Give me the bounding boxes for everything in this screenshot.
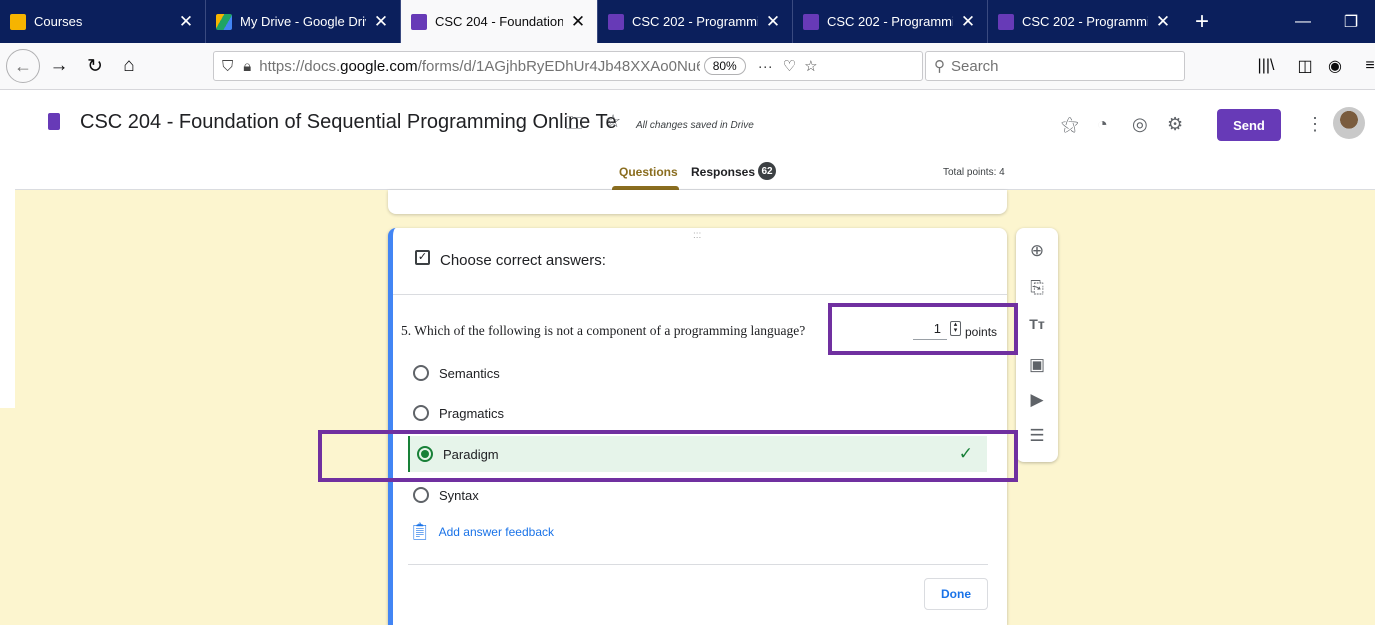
- library-icon[interactable]: |||\: [1251, 51, 1281, 81]
- close-tab-icon[interactable]: ✕: [1154, 12, 1172, 32]
- lock-icon[interactable]: 🔒︎: [243, 58, 251, 75]
- card-divider: [408, 564, 988, 565]
- url-bar[interactable]: ⛉ 🔒︎ https://docs. google.com/forms/d/1AG…: [213, 51, 923, 81]
- forward-button[interactable]: →: [44, 51, 74, 81]
- responses-count-badge: 62: [758, 162, 776, 180]
- option-label: Semantics: [439, 365, 500, 381]
- page-left-strip: [0, 90, 15, 408]
- settings-gear-icon[interactable]: ⚙: [1167, 114, 1183, 135]
- browser-tab[interactable]: My Drive - Google Drive ✕: [205, 0, 400, 43]
- feedback-clipboard-icon: 📋︎: [409, 522, 431, 541]
- forms-favicon-icon: [998, 13, 1014, 30]
- import-questions-icon[interactable]: ⎘: [1016, 278, 1058, 298]
- search-icon: ⚲: [934, 58, 945, 75]
- browser-tab[interactable]: Courses ✕: [0, 0, 205, 43]
- option-semantics[interactable]: Semantics: [413, 356, 993, 390]
- more-options-icon[interactable]: ⋮: [1306, 114, 1324, 135]
- question-card[interactable]: ::: ✓ Choose correct answers: 5. Which o…: [388, 228, 1007, 625]
- forms-favicon-icon: [608, 13, 624, 30]
- form-title[interactable]: CSC 204 - Foundation of Sequential Progr…: [80, 111, 617, 134]
- browser-tab-active[interactable]: CSC 204 - Foundation of ✕: [400, 0, 597, 43]
- tab-title: CSC 202 - Programming: [1022, 14, 1148, 29]
- option-pragmatics[interactable]: Pragmatics: [413, 396, 993, 430]
- search-bar[interactable]: ⚲ Search: [925, 51, 1185, 81]
- zoom-indicator[interactable]: 80%: [703, 57, 746, 75]
- browser-tab[interactable]: CSC 202 - Programming ✕: [987, 0, 1182, 43]
- avatar[interactable]: [1333, 107, 1365, 139]
- google-drive-favicon-icon: [216, 13, 232, 30]
- search-placeholder: Search: [951, 57, 999, 75]
- close-tab-icon[interactable]: ✕: [372, 12, 390, 32]
- restore-icon[interactable]: ❐: [1327, 0, 1375, 43]
- add-title-icon[interactable]: Tт: [1016, 316, 1058, 332]
- url-path: /forms/d/1AGjhbRyEDhUr4Jb48XXAo0Nu6RJ_3y…: [417, 57, 700, 75]
- tab-title: CSC 204 - Foundation of: [435, 14, 563, 29]
- browser-navigation-bar: ← → ↻ ⌂ ⛉ 🔒︎ https://docs. google.com/for…: [0, 43, 1375, 90]
- bookmark-star-icon[interactable]: ☆: [804, 57, 817, 75]
- close-tab-icon[interactable]: ✕: [959, 12, 977, 32]
- done-button[interactable]: Done: [924, 578, 988, 610]
- drag-handle-icon[interactable]: :::: [693, 230, 701, 241]
- new-tab-button[interactable]: +: [1182, 0, 1222, 43]
- menu-icon[interactable]: ≡: [1355, 51, 1375, 81]
- browser-tab[interactable]: CSC 202 - Programming ✕: [597, 0, 792, 43]
- total-points: Total points: 4: [943, 167, 1005, 178]
- tracking-shield-icon[interactable]: ⛉: [222, 58, 233, 75]
- option-syntax[interactable]: Syntax: [413, 478, 993, 512]
- floating-toolbar: ⊕ ⎘ Tт ▣ ▶ ☰: [1016, 228, 1058, 462]
- answer-key-checkbox-icon: ✓: [415, 250, 430, 265]
- account-icon[interactable]: ◉: [1320, 51, 1350, 81]
- tab-title: Courses: [34, 14, 83, 29]
- classroom-favicon-icon: [10, 13, 26, 30]
- add-image-icon[interactable]: ▣: [1016, 355, 1058, 375]
- question-text: 5. Which of the following is not a compo…: [401, 323, 806, 338]
- page-actions-icon[interactable]: ···: [758, 58, 773, 75]
- forms-favicon-icon: [803, 13, 819, 30]
- tab-title: CSC 202 - Programming: [632, 14, 758, 29]
- reload-button[interactable]: ↻: [80, 51, 110, 81]
- url-prefix: https://docs.: [259, 57, 341, 75]
- forms-header: CSC 204 - Foundation of Sequential Progr…: [15, 90, 1375, 190]
- radio-button[interactable]: [413, 405, 429, 421]
- add-feedback-link[interactable]: 📋︎ Add answer feedback: [409, 522, 554, 542]
- add-question-icon[interactable]: ⊕: [1016, 241, 1058, 261]
- answer-highlight-box: [318, 430, 1018, 482]
- add-video-icon[interactable]: ▶: [1016, 390, 1058, 410]
- url-domain: google.com: [340, 57, 418, 75]
- tab-title: CSC 202 - Programming: [827, 14, 953, 29]
- option-label: Syntax: [439, 487, 479, 503]
- add-section-icon[interactable]: ☰: [1016, 426, 1058, 446]
- browser-tab-strip: Courses ✕ My Drive - Google Drive ✕ CSC …: [0, 0, 1375, 43]
- close-tab-icon[interactable]: ✕: [569, 12, 587, 32]
- palette-icon[interactable]: ◔: [1097, 114, 1108, 135]
- add-feedback-label: Add answer feedback: [438, 525, 554, 539]
- radio-button[interactable]: [413, 365, 429, 381]
- back-button[interactable]: ←: [6, 49, 40, 83]
- points-highlight-box: [828, 303, 1018, 355]
- addon-puzzle-icon[interactable]: ⚝: [1061, 114, 1079, 135]
- option-label: Pragmatics: [439, 405, 505, 421]
- home-button[interactable]: ⌂: [114, 51, 144, 81]
- preview-eye-icon[interactable]: ◎: [1132, 114, 1148, 135]
- browser-tab[interactable]: CSC 202 - Programming ✕: [792, 0, 987, 43]
- minimize-icon[interactable]: —: [1279, 0, 1327, 43]
- previous-question-card: [388, 190, 1007, 214]
- radio-button[interactable]: [413, 487, 429, 503]
- send-button[interactable]: Send: [1217, 109, 1281, 141]
- forms-favicon-icon: [411, 13, 427, 30]
- tab-title: My Drive - Google Drive: [240, 14, 366, 29]
- close-tab-icon[interactable]: ✕: [764, 12, 782, 32]
- tab-responses[interactable]: Responses: [691, 165, 755, 179]
- sidebar-icon[interactable]: ◫: [1290, 51, 1320, 81]
- answer-key-heading: Choose correct answers:: [440, 252, 606, 269]
- close-tab-icon[interactable]: ✕: [177, 12, 195, 32]
- tab-questions[interactable]: Questions: [619, 165, 678, 179]
- pocket-icon[interactable]: ♡: [783, 57, 796, 75]
- star-icon[interactable]: ☆: [605, 111, 621, 132]
- save-status: All changes saved in Drive: [636, 120, 754, 131]
- forms-logo-icon[interactable]: [48, 113, 60, 130]
- card-divider: [393, 294, 1007, 295]
- move-to-folder-icon[interactable]: 🗀︎: [565, 111, 583, 141]
